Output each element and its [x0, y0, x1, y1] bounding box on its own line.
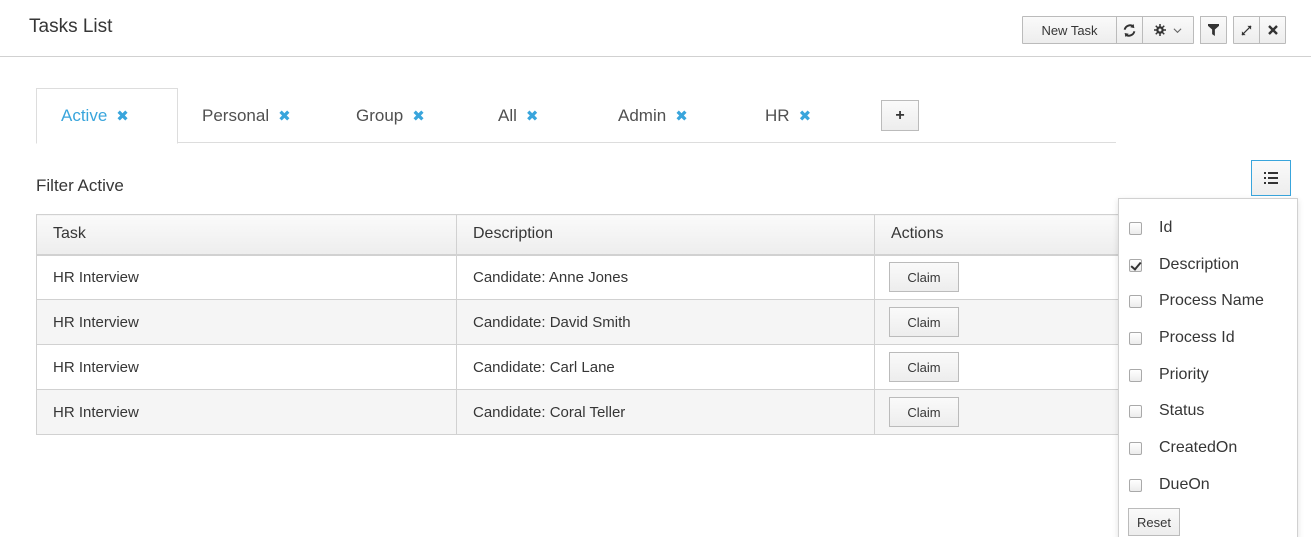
table-row[interactable]: HR Interview Candidate: Anne Jones Claim [36, 254, 1128, 300]
header-divider [0, 56, 1311, 57]
reset-button[interactable]: Reset [1128, 508, 1180, 536]
tab-close-icon[interactable]: ✖ [412, 107, 425, 125]
tab-label: Group [356, 105, 404, 125]
filter-button[interactable] [1200, 16, 1227, 44]
description-cell: Candidate: Carl Lane [456, 344, 875, 390]
tab-all[interactable]: All ✖ [498, 88, 538, 143]
tab-hr[interactable]: HR ✖ [765, 88, 811, 143]
column-option-label: Description [1159, 256, 1240, 273]
checkbox[interactable] [1129, 331, 1142, 345]
toolbar: New Task [1022, 16, 1292, 44]
tab-label: Personal [202, 105, 270, 125]
tab-label: HR [765, 105, 790, 125]
claim-button[interactable]: Claim [889, 307, 959, 337]
column-option-description[interactable]: Description [1129, 255, 1239, 275]
column-option-label: Process Id [1159, 329, 1235, 346]
task-cell: HR Interview [36, 299, 457, 345]
column-picker-button[interactable] [1251, 160, 1291, 196]
actions-cell: Claim [874, 299, 1128, 345]
actions-cell: Claim [874, 254, 1128, 300]
column-option-createdon[interactable]: CreatedOn [1129, 438, 1237, 458]
tab-close-icon[interactable]: ✖ [675, 107, 688, 125]
column-option-process-name[interactable]: Process Name [1129, 291, 1264, 311]
column-option-label: Id [1159, 219, 1173, 236]
close-button[interactable] [1259, 16, 1286, 44]
close-icon [1267, 25, 1278, 35]
actions-cell: Claim [874, 344, 1128, 390]
checkbox[interactable] [1129, 368, 1142, 382]
column-header-description[interactable]: Description [456, 214, 875, 256]
task-cell: HR Interview [36, 389, 457, 435]
filter-title: Filter Active [36, 176, 124, 195]
expand-icon [1241, 24, 1252, 36]
column-option-label: Process Name [1159, 292, 1264, 309]
tab-close-icon[interactable]: ✖ [526, 107, 539, 125]
checkbox[interactable] [1129, 478, 1142, 492]
page-title: Tasks List [29, 16, 113, 37]
claim-button[interactable]: Claim [889, 352, 959, 382]
claim-button[interactable]: Claim [889, 397, 959, 427]
column-option-label: CreatedOn [1159, 439, 1238, 456]
checkbox[interactable] [1129, 404, 1142, 418]
description-cell: Candidate: Anne Jones [456, 254, 875, 300]
tab-close-icon[interactable]: ✖ [116, 107, 129, 125]
description-cell: Candidate: Coral Teller [456, 389, 875, 435]
list-icon [1264, 172, 1278, 184]
tab-close-icon[interactable]: ✖ [799, 107, 812, 125]
checkbox[interactable] [1129, 441, 1142, 455]
checkbox[interactable] [1129, 221, 1142, 235]
column-header-task[interactable]: Task [36, 214, 457, 256]
task-cell: HR Interview [36, 344, 457, 390]
refresh-icon [1123, 23, 1136, 37]
refresh-button[interactable] [1116, 16, 1143, 44]
gear-icon [1154, 24, 1166, 36]
tab-label: All [498, 105, 517, 125]
checkbox-checked[interactable] [1129, 258, 1142, 272]
table-row[interactable]: HR Interview Candidate: Coral Teller Cla… [36, 389, 1128, 435]
claim-button[interactable]: Claim [889, 262, 959, 293]
add-tab-button[interactable]: + [881, 100, 919, 131]
tab-group[interactable]: Group ✖ [356, 88, 425, 143]
tab-close-icon[interactable]: ✖ [278, 107, 291, 125]
description-cell: Candidate: David Smith [456, 299, 875, 345]
actions-cell: Claim [874, 389, 1128, 435]
column-option-label: Status [1159, 402, 1205, 419]
tab-active[interactable]: Active ✖ [36, 88, 178, 144]
column-option-status[interactable]: Status [1129, 401, 1204, 421]
checkbox[interactable] [1129, 294, 1142, 308]
column-option-process-id[interactable]: Process Id [1129, 328, 1235, 348]
column-option-label: DueOn [1159, 476, 1210, 493]
tasks-table: Task Description Actions HR Interview Ca… [36, 214, 1128, 435]
tab-label: Admin [618, 105, 667, 125]
new-task-button[interactable]: New Task [1022, 16, 1117, 44]
column-header-actions[interactable]: Actions [874, 214, 1128, 256]
tab-label: Active [61, 106, 108, 125]
tab-personal[interactable]: Personal ✖ [202, 88, 291, 143]
tab-admin[interactable]: Admin ✖ [618, 88, 688, 143]
task-cell: HR Interview [36, 254, 457, 300]
settings-button[interactable] [1142, 16, 1194, 44]
chevron-down-icon [1173, 27, 1182, 33]
column-option-dueon[interactable]: DueOn [1129, 475, 1210, 495]
column-option-priority[interactable]: Priority [1129, 365, 1209, 385]
column-option-label: Priority [1159, 366, 1209, 383]
table-row[interactable]: HR Interview Candidate: Carl Lane Claim [36, 344, 1128, 390]
filter-icon [1208, 24, 1219, 36]
column-option-id[interactable]: Id [1129, 218, 1172, 238]
column-picker-menu: Id Description Process Name Process Id P… [1118, 198, 1298, 537]
tab-bar: Active ✖ Personal ✖ Group ✖ All ✖ Admin … [36, 88, 1116, 144]
expand-button[interactable] [1233, 16, 1260, 44]
table-row[interactable]: HR Interview Candidate: David Smith Clai… [36, 299, 1128, 345]
